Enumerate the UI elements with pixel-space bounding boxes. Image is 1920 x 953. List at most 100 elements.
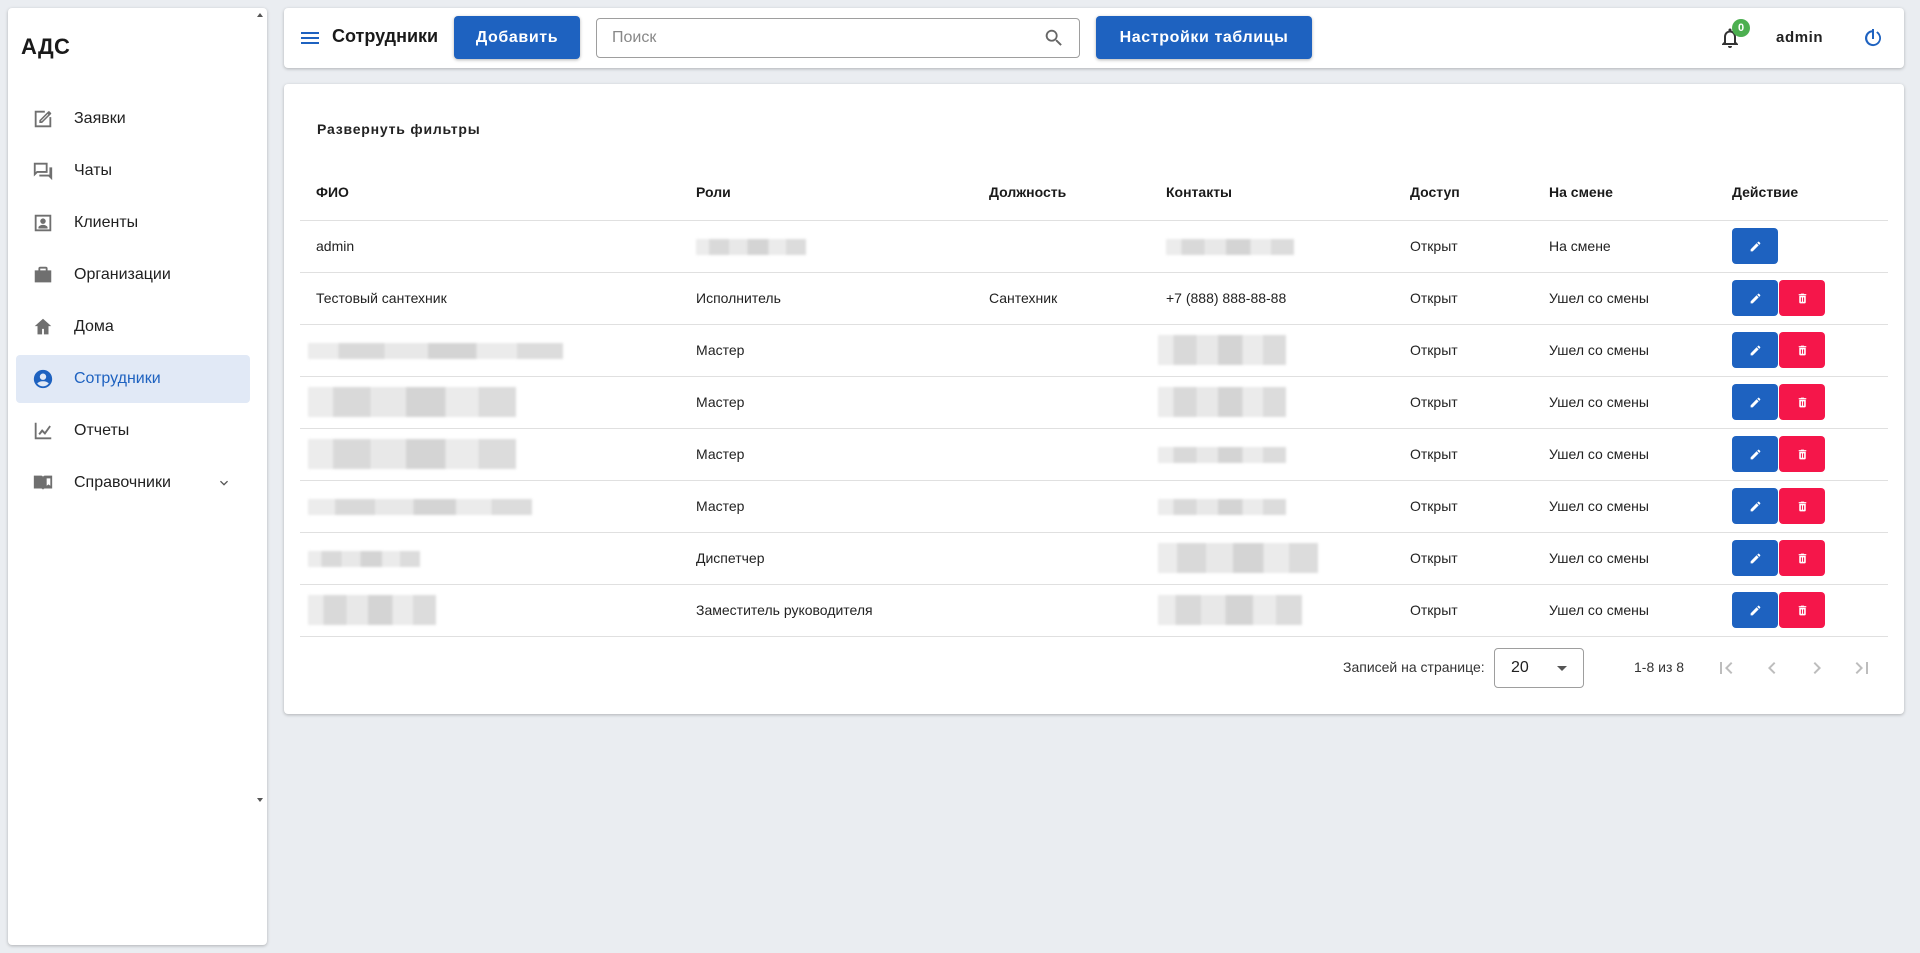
add-button[interactable]: Добавить <box>454 16 580 59</box>
last-page-icon[interactable] <box>1850 656 1874 680</box>
cell-role: Мастер <box>680 428 973 481</box>
sidebar-item-label: Сотрудники <box>74 370 161 387</box>
sidebar-item-label: Организации <box>74 266 171 283</box>
sidebar-nav: Заявки Чаты Клиенты Организации Дома Сот… <box>16 95 250 511</box>
sidebar-item-label: Клиенты <box>74 214 139 231</box>
delete-button[interactable] <box>1779 384 1825 420</box>
cell-role: Заместитель руководителя <box>680 584 973 637</box>
next-page-icon[interactable] <box>1805 656 1829 680</box>
edit-button[interactable] <box>1732 280 1778 316</box>
cell-access: Открыт <box>1394 376 1533 429</box>
delete-button[interactable] <box>1779 592 1825 628</box>
line-chart-icon <box>32 420 54 442</box>
delete-button[interactable] <box>1779 436 1825 472</box>
search-input[interactable] <box>597 29 1043 47</box>
trash-icon <box>1798 397 1806 407</box>
table-row[interactable]: Диспетчер Открыт Ушел со смены <box>300 532 1888 585</box>
cell-shift: Ушел со смены <box>1533 324 1716 377</box>
account-circle-icon <box>32 368 54 390</box>
trash-icon <box>1798 605 1806 615</box>
sidebar-scroll-up-arrow[interactable] <box>257 13 263 17</box>
edit-button[interactable] <box>1732 332 1778 368</box>
sidebar-item-reports[interactable]: Отчеты <box>16 407 250 455</box>
edit-button[interactable] <box>1732 488 1778 524</box>
delete-button[interactable] <box>1779 540 1825 576</box>
column-header-contacts[interactable]: Контакты <box>1150 164 1394 221</box>
cell-contact <box>1150 324 1394 377</box>
column-header-position[interactable]: Должность <box>973 164 1150 221</box>
table-row[interactable]: Мастер Открыт Ушел со смены <box>300 428 1888 481</box>
rows-per-page-select[interactable]: 20 <box>1494 648 1584 688</box>
table-header-row: ФИО Роли Должность Контакты Доступ На см… <box>300 164 1888 221</box>
cell-role: Исполнитель <box>680 272 973 325</box>
employees-table: ФИО Роли Должность Контакты Доступ На см… <box>300 164 1888 637</box>
table-row[interactable]: Мастер Открыт Ушел со смены <box>300 324 1888 377</box>
sidebar-item-label: Дома <box>74 318 114 335</box>
cell-position <box>973 220 1150 273</box>
cell-shift: На смене <box>1533 220 1716 273</box>
table-settings-button[interactable]: Настройки таблицы <box>1096 16 1312 59</box>
pencil-icon <box>1750 241 1760 251</box>
table-row[interactable]: admin Открыт На смене <box>300 220 1888 273</box>
sidebar-item-chats[interactable]: Чаты <box>16 147 250 195</box>
cell-access: Открыт <box>1394 272 1533 325</box>
table-row[interactable]: Заместитель руководителя Открыт Ушел со … <box>300 584 1888 637</box>
column-header-on-shift[interactable]: На смене <box>1533 164 1716 221</box>
cell-contact: +7 (888) 888-88-88 <box>1150 272 1394 325</box>
menu-icon[interactable] <box>298 26 322 50</box>
search-icon[interactable] <box>1043 27 1065 49</box>
table-row[interactable]: Мастер Открыт Ушел со смены <box>300 376 1888 429</box>
cell-position <box>973 428 1150 481</box>
sidebar-scroll-down-arrow[interactable] <box>257 798 263 802</box>
cell-role: Мастер <box>680 324 973 377</box>
delete-button[interactable] <box>1779 332 1825 368</box>
sidebar-item-label: Заявки <box>74 110 126 127</box>
edit-button[interactable] <box>1732 228 1778 264</box>
edit-button[interactable] <box>1732 592 1778 628</box>
user-name[interactable]: admin <box>1776 29 1823 46</box>
sidebar-item-clients[interactable]: Клиенты <box>16 199 250 247</box>
edit-button[interactable] <box>1732 540 1778 576</box>
table-row[interactable]: Мастер Открыт Ушел со смены <box>300 480 1888 533</box>
search-field[interactable] <box>596 18 1080 58</box>
cell-position <box>973 324 1150 377</box>
cell-role: Мастер <box>680 480 973 533</box>
cell-position <box>973 480 1150 533</box>
sidebar-item-organizations[interactable]: Организации <box>16 251 250 299</box>
cell-actions <box>1716 220 1888 273</box>
edit-button[interactable] <box>1732 436 1778 472</box>
pencil-icon <box>1750 553 1760 563</box>
edit-note-icon <box>32 108 54 130</box>
sidebar-item-employees[interactable]: Сотрудники <box>16 355 250 403</box>
sidebar-item-directories[interactable]: Справочники <box>16 459 250 507</box>
column-header-roles[interactable]: Роли <box>680 164 973 221</box>
delete-button[interactable] <box>1779 280 1825 316</box>
table-row[interactable]: Тестовый сантехник Исполнитель Сантехник… <box>300 272 1888 325</box>
cell-role: Диспетчер <box>680 532 973 585</box>
delete-button[interactable] <box>1779 488 1825 524</box>
redacted-block <box>1158 595 1302 625</box>
power-icon[interactable] <box>1861 26 1885 50</box>
cell-name <box>300 376 680 429</box>
rows-per-page-label: Записей на странице: <box>1343 659 1485 675</box>
cell-role <box>680 220 973 273</box>
previous-page-icon[interactable] <box>1760 656 1784 680</box>
cell-contact <box>1150 428 1394 481</box>
pencil-icon <box>1750 345 1760 355</box>
column-header-name[interactable]: ФИО <box>300 164 680 221</box>
cell-actions <box>1716 532 1888 585</box>
cell-shift: Ушел со смены <box>1533 584 1716 637</box>
page-range: 1-8 из 8 <box>1634 659 1685 675</box>
sidebar-item-requests[interactable]: Заявки <box>16 95 250 143</box>
cell-name: admin <box>300 220 680 273</box>
sidebar-item-houses[interactable]: Дома <box>16 303 250 351</box>
chevron-down-icon[interactable] <box>216 475 232 491</box>
redacted-block <box>308 550 420 567</box>
first-page-icon[interactable] <box>1714 656 1738 680</box>
edit-button[interactable] <box>1732 384 1778 420</box>
cell-role: Мастер <box>680 376 973 429</box>
column-header-access[interactable]: Доступ <box>1394 164 1533 221</box>
expand-filters-button[interactable]: Развернуть фильтры <box>317 121 481 137</box>
notification-badge: 0 <box>1732 19 1750 37</box>
cell-name <box>300 584 680 637</box>
